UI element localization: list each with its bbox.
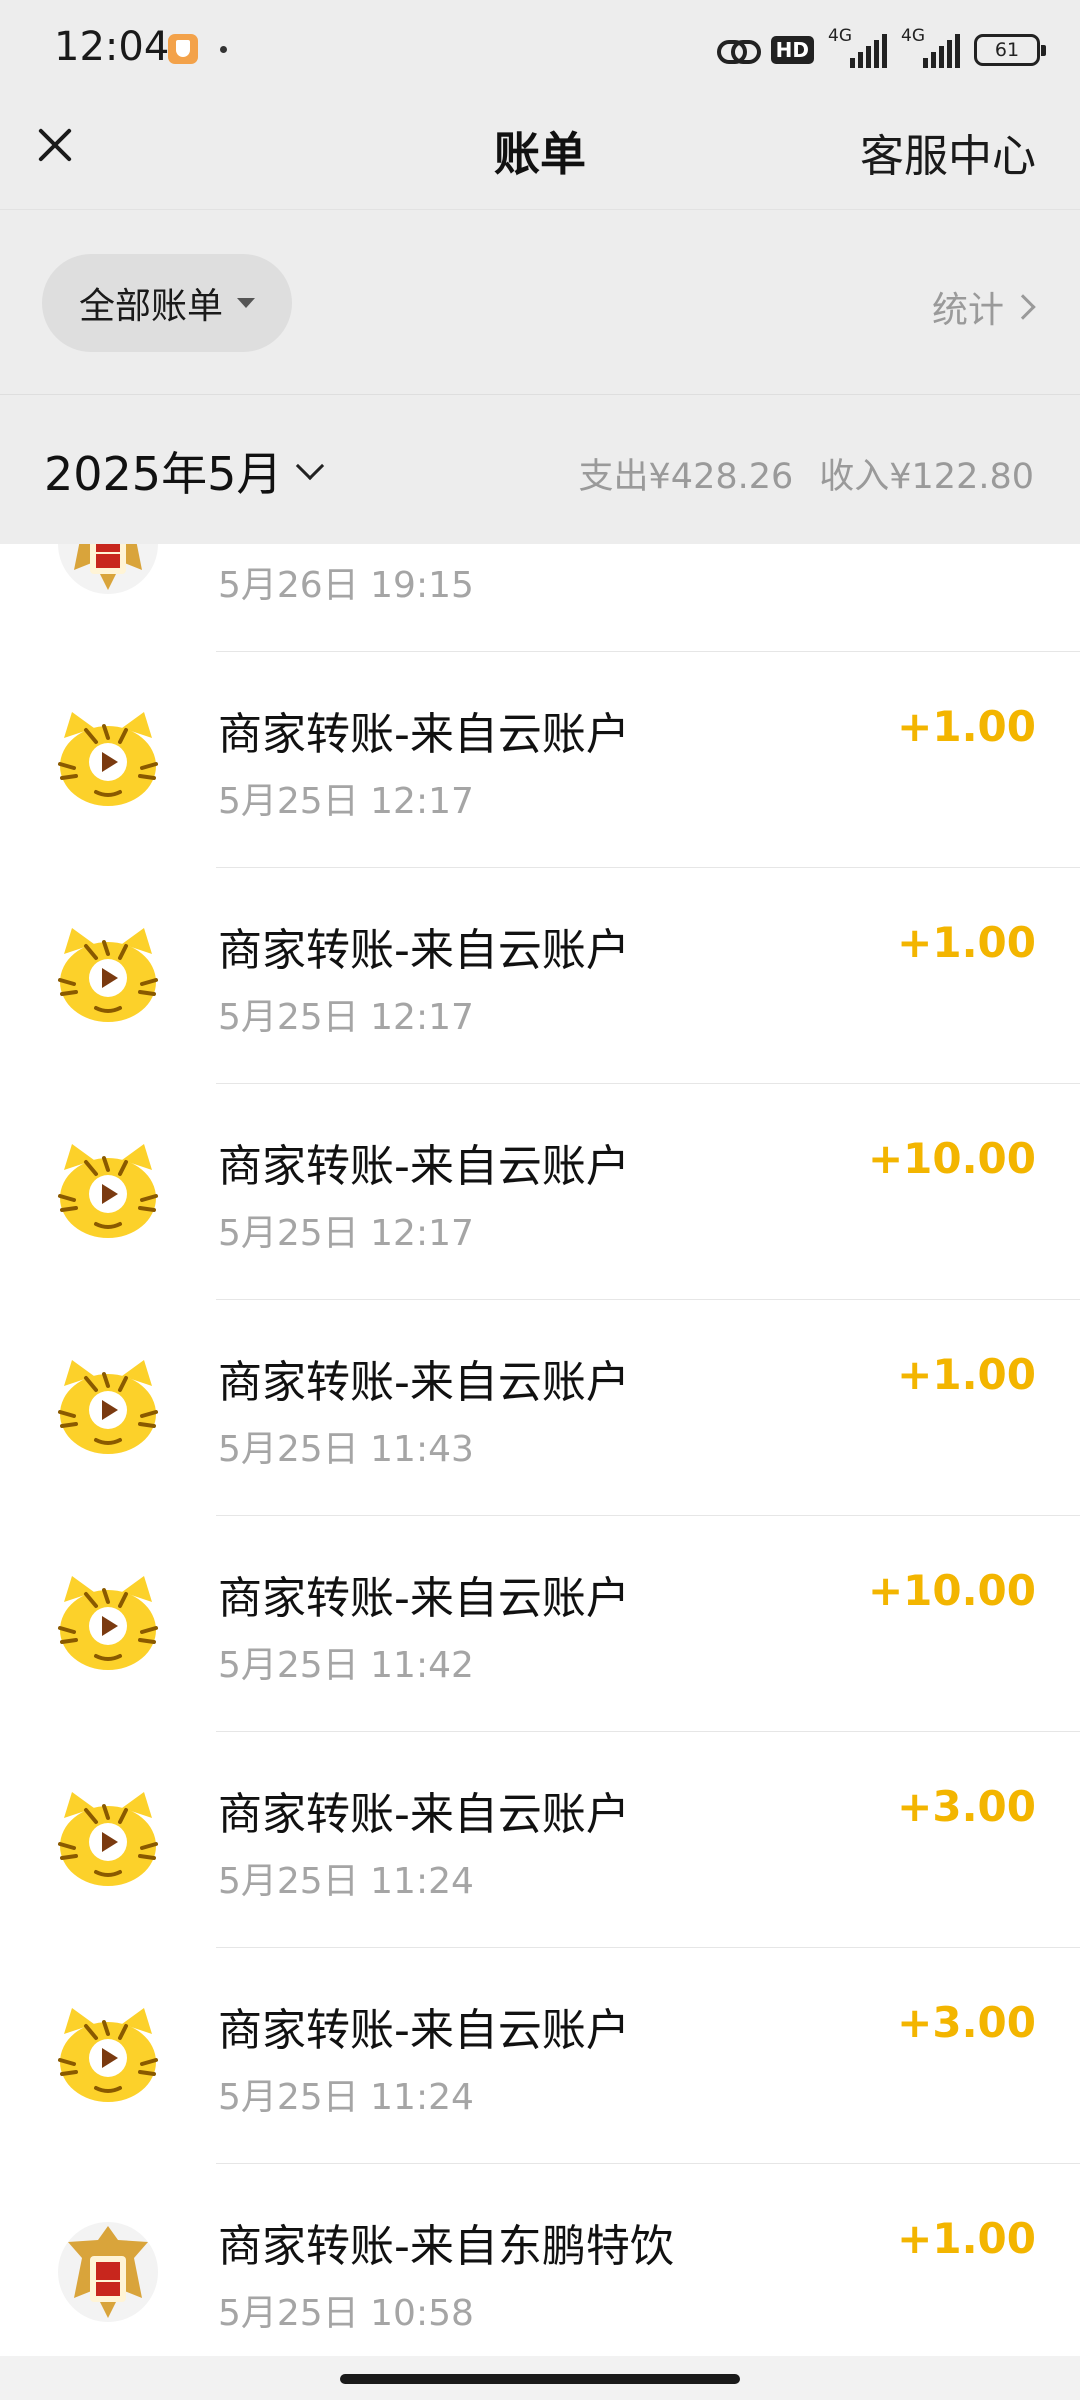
transaction-amount: +10.00 <box>867 1134 1036 1183</box>
tiger-logo-icon <box>56 1788 160 1892</box>
transaction-amount: +3.00 <box>897 1782 1036 1831</box>
transaction-title: 商家转账-来自云账户 <box>218 1357 630 1408</box>
tiger-logo-icon <box>56 1140 160 1244</box>
network-type-label: 4G <box>828 26 852 46</box>
month-selector[interactable]: 2025年5月 <box>44 438 325 504</box>
dongpeng-logo-icon <box>56 2220 160 2324</box>
tiger-logo-icon <box>56 1356 160 1460</box>
transaction-time: 5月25日 12:17 <box>218 1213 474 1254</box>
transaction-time: 5月25日 11:42 <box>218 1645 474 1686</box>
signal-icon-2: 4G <box>901 26 960 68</box>
transaction-amount: +10.00 <box>867 1566 1036 1615</box>
transaction-amount: +3.00 <box>897 1998 1036 2047</box>
statistics-label: 统计 <box>931 290 1004 331</box>
transaction-row[interactable]: 商家转账-来自云账户 5月25日 12:17 +1.00 <box>0 868 1080 1084</box>
transaction-title: 商家转账-来自东鹏特饮 <box>218 544 674 546</box>
statistics-link[interactable]: 统计 <box>931 281 1036 333</box>
transaction-time: 5月26日 19:15 <box>218 565 474 606</box>
all-bills-filter-button[interactable]: 全部账单 <box>42 254 292 352</box>
tiger-logo-icon <box>56 708 160 812</box>
transaction-time: 5月25日 11:24 <box>218 1861 474 1902</box>
notification-dot-icon <box>220 46 227 53</box>
all-bills-label: 全部账单 <box>78 286 223 327</box>
transaction-row[interactable]: 商家转账-来自东鹏特饮5月26日 19:15+4.00 <box>0 544 1080 652</box>
tiger-logo-icon <box>56 1572 160 1676</box>
transaction-time: 5月25日 12:17 <box>218 781 474 822</box>
month-summary: 支出¥428.26 收入¥122.80 <box>579 448 1034 499</box>
transaction-row[interactable]: 商家转账-来自东鹏特饮 5月25日 10:58 +1.00 <box>0 2164 1080 2356</box>
transaction-row[interactable]: 商家转账-来自云账户 5月25日 12:17 +1.00 <box>0 652 1080 868</box>
customer-service-link[interactable]: 客服中心 <box>860 120 1036 184</box>
transaction-time: 5月25日 10:58 <box>218 2293 474 2334</box>
transaction-time: 5月25日 12:17 <box>218 997 474 1038</box>
transaction-row[interactable]: 商家转账-来自云账户 5月25日 11:24 +3.00 <box>0 1948 1080 2164</box>
transaction-title: 商家转账-来自云账户 <box>218 925 630 976</box>
transaction-time: 5月25日 11:43 <box>218 1429 474 1470</box>
status-icons: HD 4G 4G 61 <box>716 26 1046 72</box>
tiger-logo-icon <box>56 2004 160 2108</box>
transaction-time: 5月25日 11:24 <box>218 2077 474 2118</box>
gesture-bar <box>0 2356 1080 2400</box>
chevron-right-icon <box>1010 294 1036 320</box>
transaction-amount: +1.00 <box>897 1350 1036 1399</box>
chevron-down-icon <box>296 451 325 481</box>
transaction-row[interactable]: 商家转账-来自云账户 5月25日 12:17 +10.00 <box>0 1084 1080 1300</box>
income-total: 收入¥122.80 <box>819 457 1034 497</box>
transaction-amount: +1.00 <box>897 2214 1036 2263</box>
caret-down-icon <box>237 298 255 308</box>
transaction-rows: 商家转账-来自东鹏特饮5月26日 19:15+4.00 商家转账-来自云账户5月… <box>0 544 1080 2356</box>
nav-bar: 账单 客服中心 <box>0 96 1080 210</box>
transaction-list[interactable]: 商家转账-来自东鹏特饮5月26日 19:15+4.00 商家转账-来自云账户5月… <box>0 544 1080 2356</box>
transaction-title: 商家转账-来自云账户 <box>218 1573 630 1624</box>
transaction-title: 商家转账-来自云账户 <box>218 1141 630 1192</box>
transaction-title: 商家转账-来自东鹏特饮 <box>218 2221 674 2272</box>
signal-icon: 4G <box>828 26 887 68</box>
status-time: 12:04 <box>54 24 170 70</box>
battery-icon: 61 <box>974 34 1046 66</box>
link-icon <box>716 38 761 64</box>
network-type-label-2: 4G <box>901 26 925 46</box>
transaction-title: 商家转账-来自云账户 <box>218 2005 630 2056</box>
expense-total: 支出¥428.26 <box>578 457 794 497</box>
hd-icon: HD <box>770 36 814 64</box>
transaction-row[interactable]: 商家转账-来自云账户 5月25日 11:42 +10.00 <box>0 1516 1080 1732</box>
filter-bar: 全部账单 统计 <box>0 211 1080 395</box>
transaction-title: 商家转账-来自云账户 <box>218 1789 630 1840</box>
transaction-amount: +1.00 <box>897 702 1036 751</box>
tiger-logo-icon <box>56 924 160 1028</box>
home-indicator[interactable] <box>340 2374 740 2384</box>
app-notification-icon <box>168 34 198 64</box>
transaction-title: 商家转账-来自云账户 <box>218 709 630 760</box>
transaction-amount: +1.00 <box>897 918 1036 967</box>
status-bar: 12:04 HD 4G 4G 61 <box>0 0 1080 96</box>
transaction-row[interactable]: 商家转账-来自云账户 5月25日 11:43 +1.00 <box>0 1300 1080 1516</box>
month-label: 2025年5月 <box>44 447 283 501</box>
dongpeng-logo-icon <box>56 544 160 596</box>
month-header: 2025年5月 支出¥428.26 收入¥122.80 <box>0 396 1080 544</box>
transaction-row[interactable]: 商家转账-来自云账户 5月25日 11:24 +3.00 <box>0 1732 1080 1948</box>
